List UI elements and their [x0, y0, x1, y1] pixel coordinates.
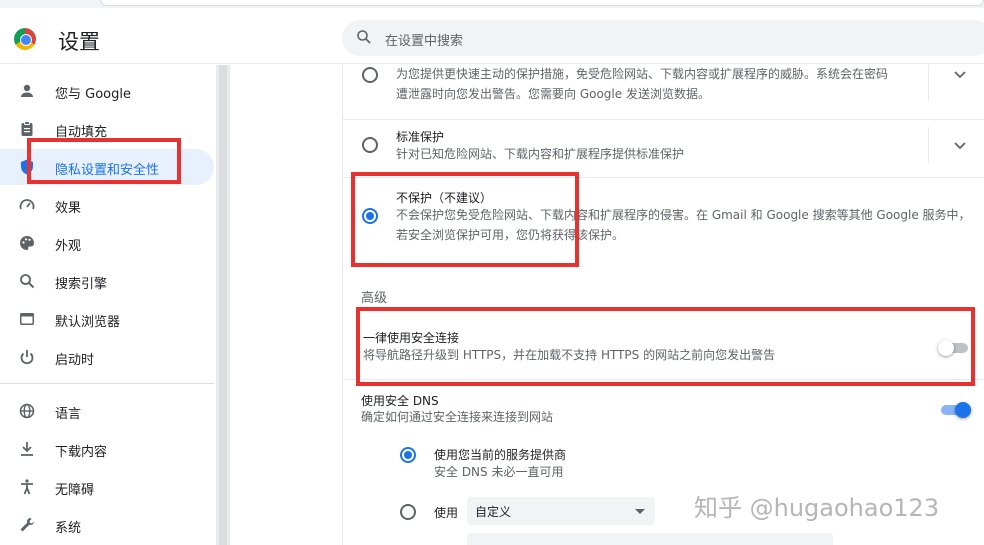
sidebar-item-autofill[interactable]: 自动填充: [0, 111, 214, 147]
sidebar-item-label: 下载内容: [55, 445, 108, 460]
sidebar-item-downloads[interactable]: 下载内容: [0, 431, 214, 467]
sidebar-scrollbar[interactable]: [216, 65, 230, 545]
chrome-logo-icon: [14, 28, 36, 50]
palette-icon: [20, 236, 34, 250]
power-icon: [20, 350, 34, 365]
search-input[interactable]: 在设置中搜索: [342, 20, 984, 56]
chevron-down-icon[interactable]: [953, 138, 967, 152]
chevron-down-icon[interactable]: [953, 67, 967, 81]
sidebar-item-label: 默认浏览器: [55, 315, 121, 330]
https-only-toggle[interactable]: [938, 340, 968, 356]
divider: [343, 177, 984, 178]
sidebar-item-label: 启动时: [55, 353, 95, 368]
dns-current-provider-desc: 安全 DNS 未必一直可用: [434, 465, 564, 479]
person-icon: [21, 84, 33, 97]
toggle-knob: [938, 340, 954, 356]
divider: [928, 65, 929, 101]
search-placeholder: 在设置中搜索: [385, 34, 464, 49]
clipboard-icon: [21, 121, 33, 136]
sidebar-item-label: 系统: [55, 521, 82, 536]
search-icon: [20, 274, 35, 289]
enhanced-protection-radio[interactable]: [362, 67, 378, 83]
advanced-heading: 高级: [361, 291, 388, 306]
no-protection-desc-line2: 若安全浏览保护可用，您仍将获得该保护。: [396, 228, 625, 242]
sidebar-item-label: 自动填充: [55, 125, 108, 140]
dns-provider-select-value: 自定义: [475, 505, 512, 519]
browser-tab[interactable]: [100, 0, 984, 6]
divider: [343, 379, 984, 380]
divider: [928, 127, 929, 163]
enhanced-protection-desc-line2: 遭泄露时向您发出警告。您需要向 Google 发送浏览数据。: [396, 87, 710, 101]
sidebar-item-appearance[interactable]: 外观: [0, 225, 214, 261]
dns-custom-radio[interactable]: [400, 504, 416, 520]
dropdown-arrow-icon: [635, 509, 645, 514]
enhanced-protection-desc-line1: 为您提供更快速主动的保护措施，免受危险网站、下载内容或扩展程序的威胁。系统会在密…: [396, 67, 889, 81]
sidebar-item-performance[interactable]: 效果: [0, 187, 214, 223]
https-only-desc: 将导航路径升级到 HTTPS，并在加载不支持 HTTPS 的网站之前向您发出警告: [363, 348, 776, 362]
sidebar-item-on-startup[interactable]: 启动时: [0, 339, 214, 375]
standard-protection-title: 标准保护: [396, 130, 445, 144]
standard-protection-radio[interactable]: [362, 137, 378, 153]
no-protection-desc-line1: 不会保护您免受危险网站、下载内容和扩展程序的侵害。在 Gmail 和 Googl…: [396, 208, 971, 222]
secure-dns-toggle[interactable]: [941, 402, 971, 418]
sidebar-item-label: 语言: [55, 407, 82, 422]
watermark: 知乎 @hugaohao123: [694, 494, 940, 522]
dns-current-provider-title: 使用您当前的服务提供商: [434, 448, 567, 462]
sidebar-item-label: 无障碍: [55, 483, 95, 498]
search-icon: [357, 30, 371, 44]
secure-dns-desc: 确定如何通过安全连接来连接到网站: [361, 410, 554, 424]
toggle-knob: [955, 402, 971, 418]
sidebar: 您与 Google 自动填充 隐私设置和安全性 效果 外观 搜索引擎 默认浏览器…: [0, 65, 216, 545]
sidebar-item-languages[interactable]: 语言: [0, 393, 214, 429]
divider: [343, 119, 984, 120]
dns-custom-label: 使用: [434, 506, 459, 520]
browser-window-icon: [20, 313, 34, 325]
shield-icon: [21, 159, 33, 175]
page-title: 设置: [58, 30, 100, 54]
settings-header: 设置 在设置中搜索: [0, 8, 984, 64]
sidebar-item-default-browser[interactable]: 默认浏览器: [0, 301, 214, 337]
no-protection-radio[interactable]: [362, 208, 378, 224]
sidebar-item-privacy-security[interactable]: 隐私设置和安全性: [0, 149, 214, 185]
sidebar-item-accessibility[interactable]: 无障碍: [0, 469, 214, 505]
sidebar-item-label: 搜索引擎: [55, 277, 108, 292]
scrollbar-thumb[interactable]: [219, 65, 227, 545]
dns-current-provider-radio[interactable]: [400, 447, 416, 463]
sidebar-item-you-and-google[interactable]: 您与 Google: [0, 73, 214, 109]
standard-protection-desc: 针对已知危险网站、下载内容和扩展程序提供标准保护: [396, 147, 685, 161]
settings-card: 为您提供更快速主动的保护措施，免受危险网站、下载内容或扩展程序的威胁。系统会在密…: [342, 65, 984, 545]
https-only-title: 一律使用安全连接: [363, 331, 460, 345]
dns-provider-select[interactable]: 自定义: [467, 497, 655, 525]
globe-icon: [19, 403, 35, 419]
custom-dns-input[interactable]: [467, 533, 833, 545]
accessibility-icon: [21, 479, 33, 495]
sidebar-item-search-engine[interactable]: 搜索引擎: [0, 263, 214, 299]
wrench-icon: [20, 518, 35, 532]
download-icon: [21, 442, 33, 456]
sidebar-item-label: 效果: [55, 201, 82, 216]
sidebar-item-system[interactable]: 系统: [0, 507, 214, 543]
speedometer-icon: [19, 199, 35, 210]
sidebar-item-label: 外观: [55, 239, 82, 254]
no-protection-title: 不保护（不建议）: [396, 191, 493, 205]
sidebar-item-label: 您与 Google: [55, 87, 131, 102]
browser-tab-strip: [0, 0, 984, 8]
sidebar-divider: [0, 383, 214, 384]
sidebar-item-label: 隐私设置和安全性: [55, 163, 160, 178]
